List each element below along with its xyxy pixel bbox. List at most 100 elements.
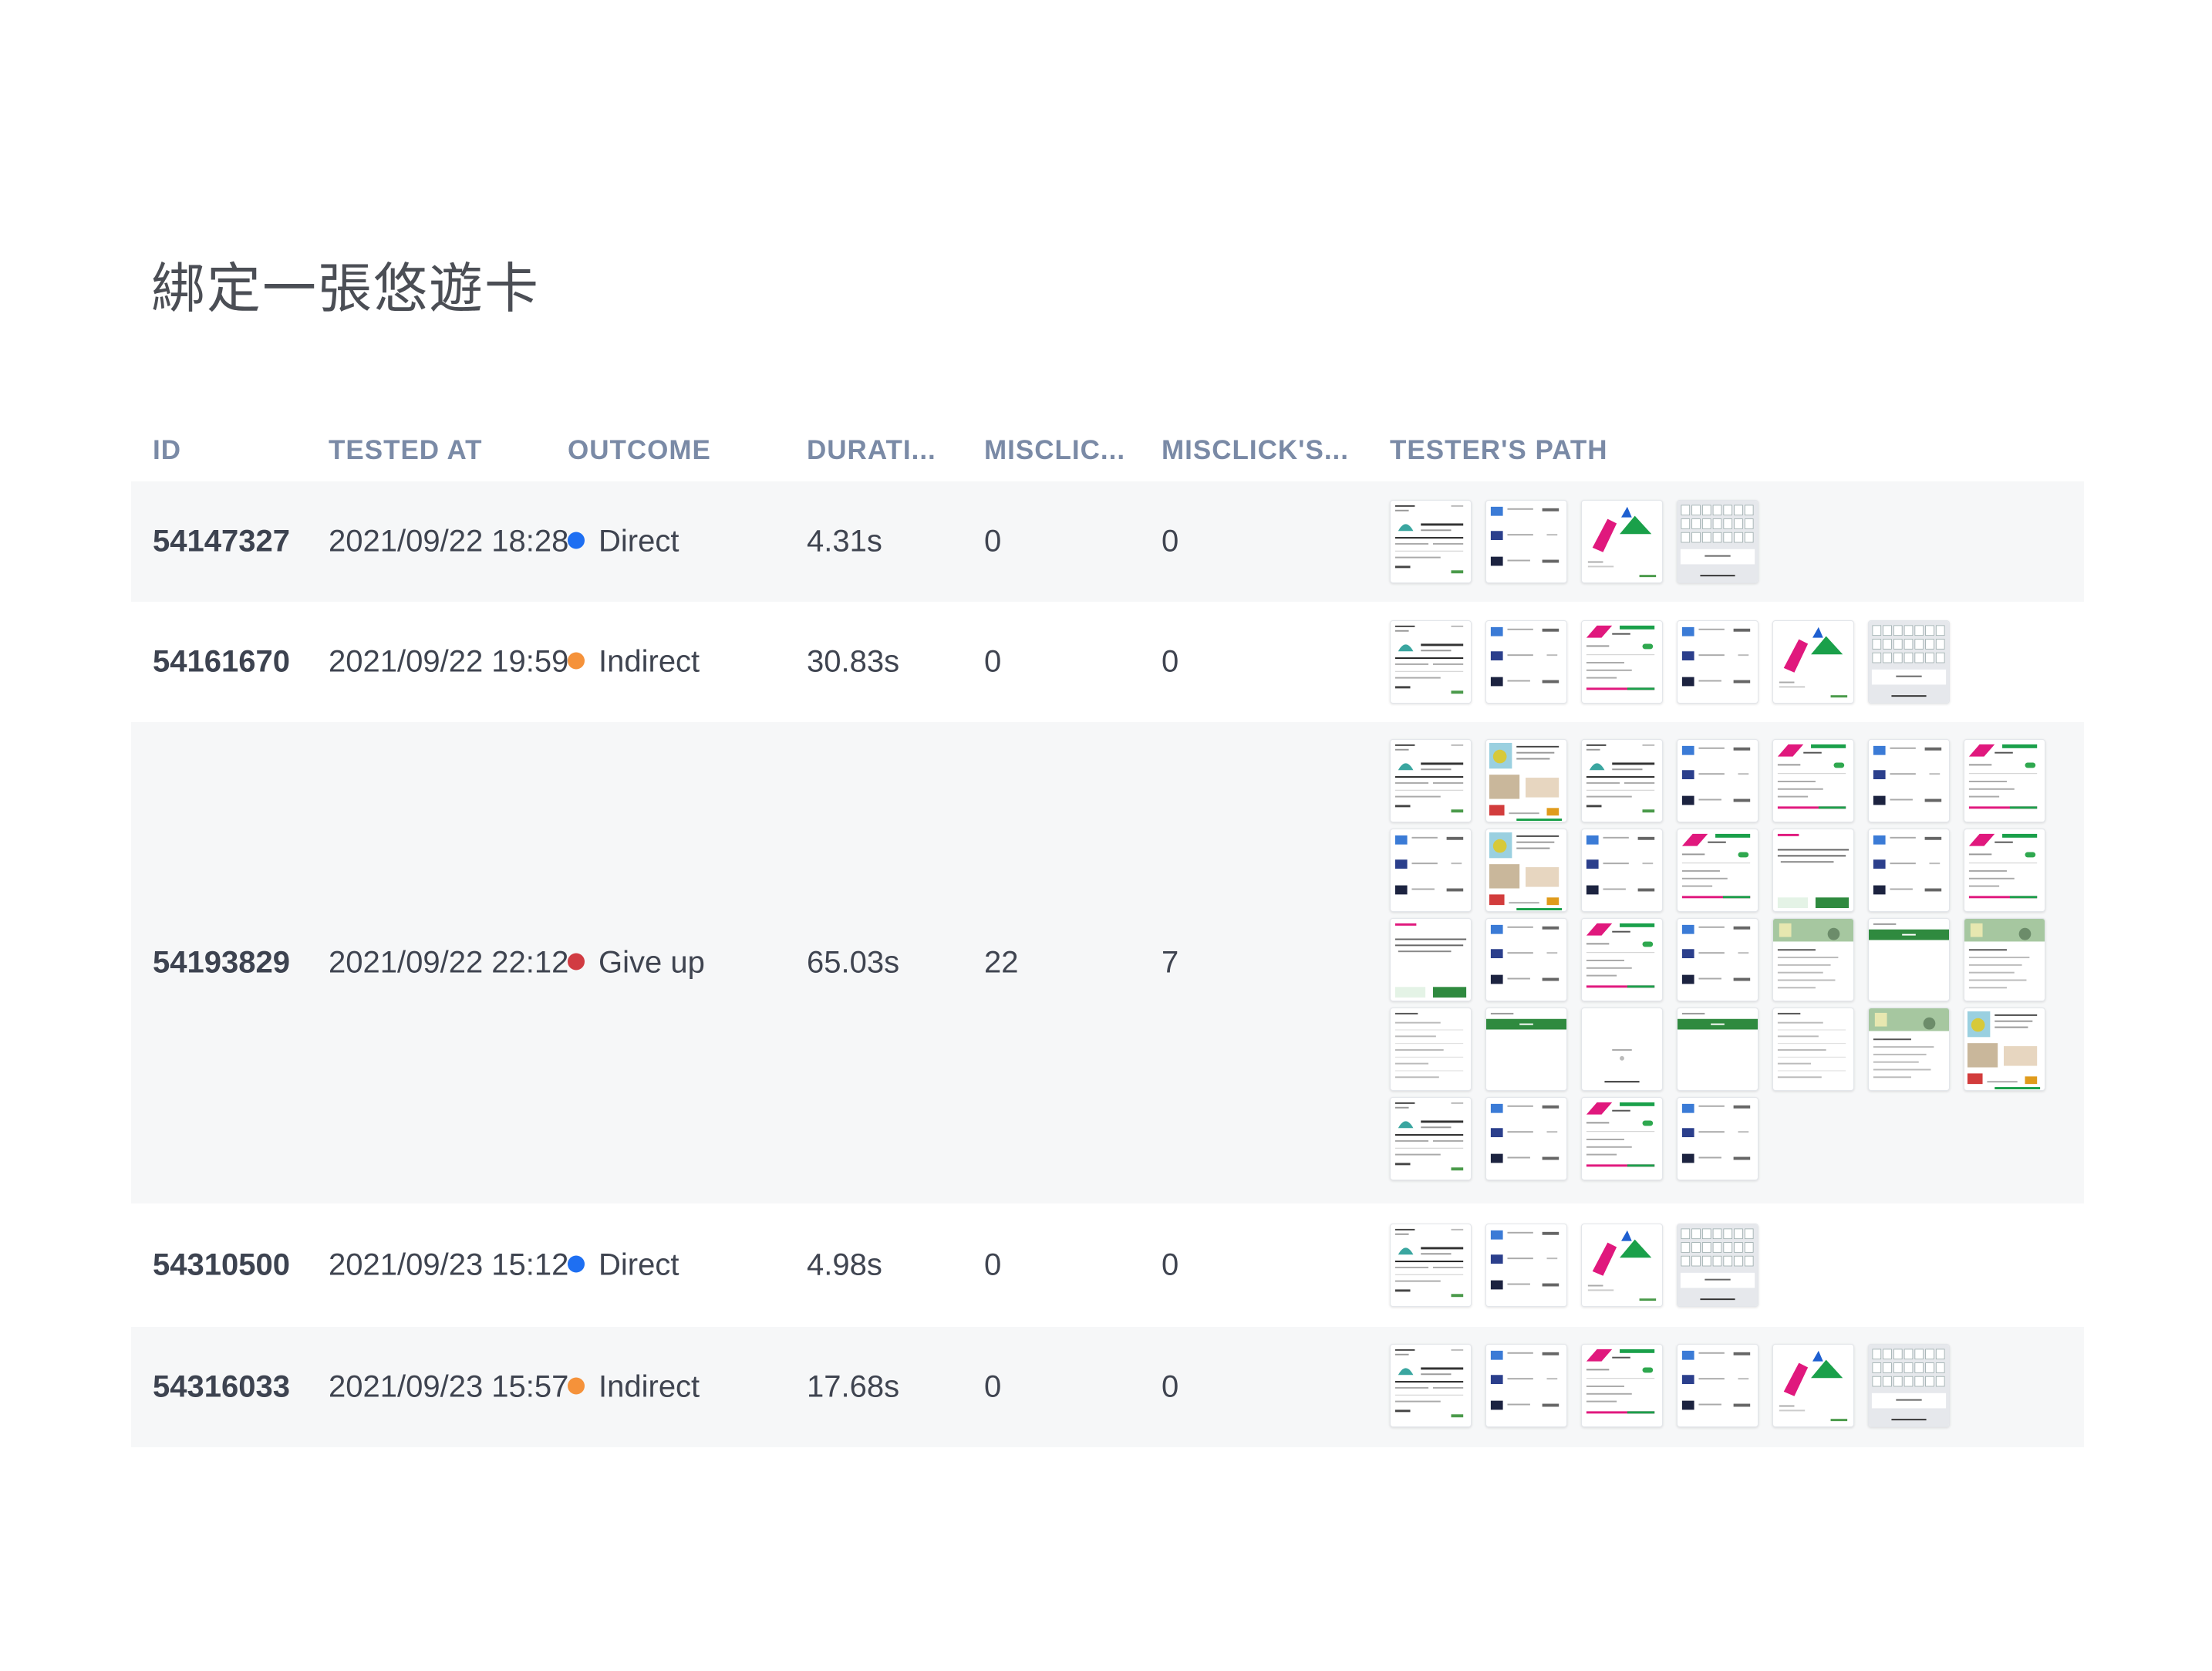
- home-screen-icon[interactable]: [1581, 739, 1663, 822]
- logo-screen-icon[interactable]: [1772, 1344, 1854, 1427]
- home-screen-icon[interactable]: [1390, 620, 1472, 704]
- button-screen-icon[interactable]: [1868, 918, 1950, 1001]
- outcome-dot: [568, 953, 585, 971]
- home-screen-icon[interactable]: [1390, 500, 1472, 583]
- home-screen-icon[interactable]: [1390, 1344, 1472, 1427]
- row-duration: 30.83s: [807, 644, 900, 679]
- row-outcome: Indirect: [568, 1370, 700, 1405]
- row-id: 54147327: [153, 524, 290, 559]
- card-list-screen-icon[interactable]: [1677, 1097, 1758, 1180]
- promo-screen-icon[interactable]: [1964, 1008, 2045, 1091]
- map-screen-icon[interactable]: [1772, 918, 1854, 1001]
- row-misclick: 0: [984, 1369, 1002, 1404]
- logo-screen-icon[interactable]: [1581, 500, 1663, 583]
- table-row[interactable]: 54147327 2021/09/22 18:28 Direct 4.31s 0…: [131, 481, 2084, 602]
- settings-screen-icon[interactable]: [1772, 739, 1854, 822]
- table-row[interactable]: 54161670 2021/09/22 19:59 Indirect 30.83…: [131, 602, 2084, 722]
- outcome-label: Direct: [599, 524, 679, 559]
- card-list-screen-icon[interactable]: [1485, 1344, 1567, 1427]
- page: 綁定一張悠遊卡 ID TESTED AT OUTCOME DURATI... M…: [0, 0, 2212, 1671]
- column-header-outcome[interactable]: OUTCOME: [568, 435, 711, 466]
- map-screen-icon[interactable]: [1964, 918, 2045, 1001]
- logo-screen-icon[interactable]: [1772, 620, 1854, 704]
- form-screen-icon[interactable]: [1390, 1008, 1472, 1091]
- card-list-screen-icon[interactable]: [1677, 739, 1758, 822]
- card-list-screen-icon[interactable]: [1485, 918, 1567, 1001]
- outcome-label: Give up: [599, 945, 705, 980]
- row-id: 54310500: [153, 1247, 290, 1282]
- outcome-dot: [568, 652, 585, 670]
- settings-screen-icon[interactable]: [1964, 829, 2045, 912]
- testers-path: [1390, 739, 2045, 1180]
- card-list-screen-icon[interactable]: [1390, 829, 1472, 912]
- testers-path: [1390, 1344, 2045, 1427]
- outcome-dot: [568, 1377, 585, 1395]
- row-id: 54316033: [153, 1369, 290, 1404]
- column-header-tested-at[interactable]: TESTED AT: [329, 435, 483, 466]
- table-row[interactable]: 54310500 2021/09/23 15:12 Direct 4.98s 0…: [131, 1203, 2084, 1327]
- keyboard-screen-icon[interactable]: [1677, 1224, 1758, 1307]
- settings-screen-icon[interactable]: [1581, 620, 1663, 704]
- home-screen-icon[interactable]: [1390, 1097, 1472, 1180]
- settings-screen-icon[interactable]: [1581, 1097, 1663, 1180]
- table-row[interactable]: 54316033 2021/09/23 15:57 Indirect 17.68…: [131, 1327, 2084, 1447]
- results-table: ID TESTED AT OUTCOME DURATI... MISCLIC..…: [131, 423, 2084, 1447]
- card-list-screen-icon[interactable]: [1677, 620, 1758, 704]
- testers-path: [1390, 500, 2045, 583]
- row-id: 54161670: [153, 644, 290, 679]
- card-list-screen-icon[interactable]: [1485, 620, 1567, 704]
- card-list-screen-icon[interactable]: [1581, 829, 1663, 912]
- dialog-screen-icon[interactable]: [1390, 918, 1472, 1001]
- row-tested-at: 2021/09/23 15:12: [329, 1247, 569, 1282]
- row-outcome: Direct: [568, 1248, 679, 1283]
- settings-screen-icon[interactable]: [1677, 829, 1758, 912]
- column-header-id[interactable]: ID: [153, 435, 181, 466]
- loading-screen-icon[interactable]: [1581, 1008, 1663, 1091]
- keyboard-screen-icon[interactable]: [1868, 1344, 1950, 1427]
- table-header: ID TESTED AT OUTCOME DURATI... MISCLIC..…: [131, 423, 2084, 481]
- row-misclick-step: 0: [1162, 644, 1179, 679]
- keyboard-screen-icon[interactable]: [1677, 500, 1758, 583]
- dialog-screen-icon[interactable]: [1772, 829, 1854, 912]
- keyboard-screen-icon[interactable]: [1868, 620, 1950, 704]
- row-misclick: 0: [984, 644, 1002, 679]
- settings-screen-icon[interactable]: [1964, 739, 2045, 822]
- column-header-misclick-step[interactable]: MISCLICK'S...: [1162, 435, 1349, 466]
- table-row[interactable]: 54193829 2021/09/22 22:12 Give up 65.03s…: [131, 722, 2084, 1203]
- column-header-misclick[interactable]: MISCLIC...: [984, 435, 1125, 466]
- testers-path: [1390, 1224, 2045, 1307]
- column-header-testers-path[interactable]: TESTER'S PATH: [1390, 435, 1608, 466]
- home-screen-icon[interactable]: [1390, 739, 1472, 822]
- settings-screen-icon[interactable]: [1581, 918, 1663, 1001]
- row-misclick: 0: [984, 524, 1002, 559]
- row-outcome: Indirect: [568, 645, 700, 680]
- settings-screen-icon[interactable]: [1581, 1344, 1663, 1427]
- promo-screen-icon[interactable]: [1485, 739, 1567, 822]
- row-misclick: 0: [984, 1247, 1002, 1282]
- promo-screen-icon[interactable]: [1485, 829, 1567, 912]
- card-list-screen-icon[interactable]: [1485, 1224, 1567, 1307]
- card-list-screen-icon[interactable]: [1868, 829, 1950, 912]
- card-list-screen-icon[interactable]: [1677, 1344, 1758, 1427]
- row-tested-at: 2021/09/23 15:57: [329, 1369, 569, 1404]
- button-screen-icon[interactable]: [1485, 1008, 1567, 1091]
- column-header-duration[interactable]: DURATI...: [807, 435, 936, 466]
- outcome-label: Indirect: [599, 1369, 700, 1404]
- row-misclick-step: 7: [1162, 945, 1179, 980]
- row-misclick-step: 0: [1162, 1369, 1179, 1404]
- card-list-screen-icon[interactable]: [1868, 739, 1950, 822]
- map-screen-icon[interactable]: [1868, 1008, 1950, 1091]
- button-screen-icon[interactable]: [1677, 1008, 1758, 1091]
- outcome-label: Indirect: [599, 644, 700, 679]
- home-screen-icon[interactable]: [1390, 1224, 1472, 1307]
- row-id: 54193829: [153, 945, 290, 980]
- card-list-screen-icon[interactable]: [1677, 918, 1758, 1001]
- logo-screen-icon[interactable]: [1581, 1224, 1663, 1307]
- card-list-screen-icon[interactable]: [1485, 500, 1567, 583]
- outcome-dot: [568, 1255, 585, 1273]
- card-list-screen-icon[interactable]: [1485, 1097, 1567, 1180]
- outcome-label: Direct: [599, 1247, 679, 1282]
- row-outcome: Give up: [568, 946, 705, 981]
- form-screen-icon[interactable]: [1772, 1008, 1854, 1091]
- row-misclick-step: 0: [1162, 1247, 1179, 1282]
